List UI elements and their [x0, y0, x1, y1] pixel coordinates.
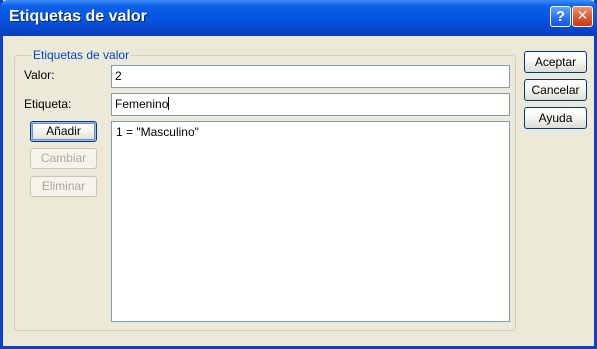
value-input[interactable]: 2: [111, 65, 510, 88]
close-icon: ✕: [576, 8, 589, 24]
tag-input[interactable]: Femenino: [111, 93, 510, 116]
question-mark-icon: ?: [555, 8, 566, 25]
value-labels-list[interactable]: 1 = "Masculino": [111, 121, 510, 322]
cancel-button[interactable]: Cancelar: [524, 79, 587, 101]
text-caret: [168, 97, 170, 110]
help-button[interactable]: Ayuda: [524, 107, 587, 129]
value-input-text: 2: [115, 69, 122, 83]
window-title: Etiquetas de valor: [9, 8, 147, 25]
group-legend: Etiquetas de valor: [31, 48, 132, 62]
accept-button[interactable]: Aceptar: [524, 51, 587, 73]
delete-button[interactable]: Eliminar: [30, 176, 97, 197]
help-title-button[interactable]: ?: [550, 6, 571, 27]
value-label: Valor:: [24, 68, 55, 82]
add-button[interactable]: Añadir: [30, 121, 97, 142]
list-item[interactable]: 1 = "Masculino": [116, 125, 199, 139]
tag-label: Etiqueta:: [24, 97, 72, 111]
change-button[interactable]: Cambiar: [30, 148, 97, 169]
tag-input-text: Femenino: [115, 97, 169, 111]
close-title-button[interactable]: ✕: [572, 6, 593, 27]
title-bar[interactable]: Etiquetas de valor ? ✕: [0, 0, 597, 36]
